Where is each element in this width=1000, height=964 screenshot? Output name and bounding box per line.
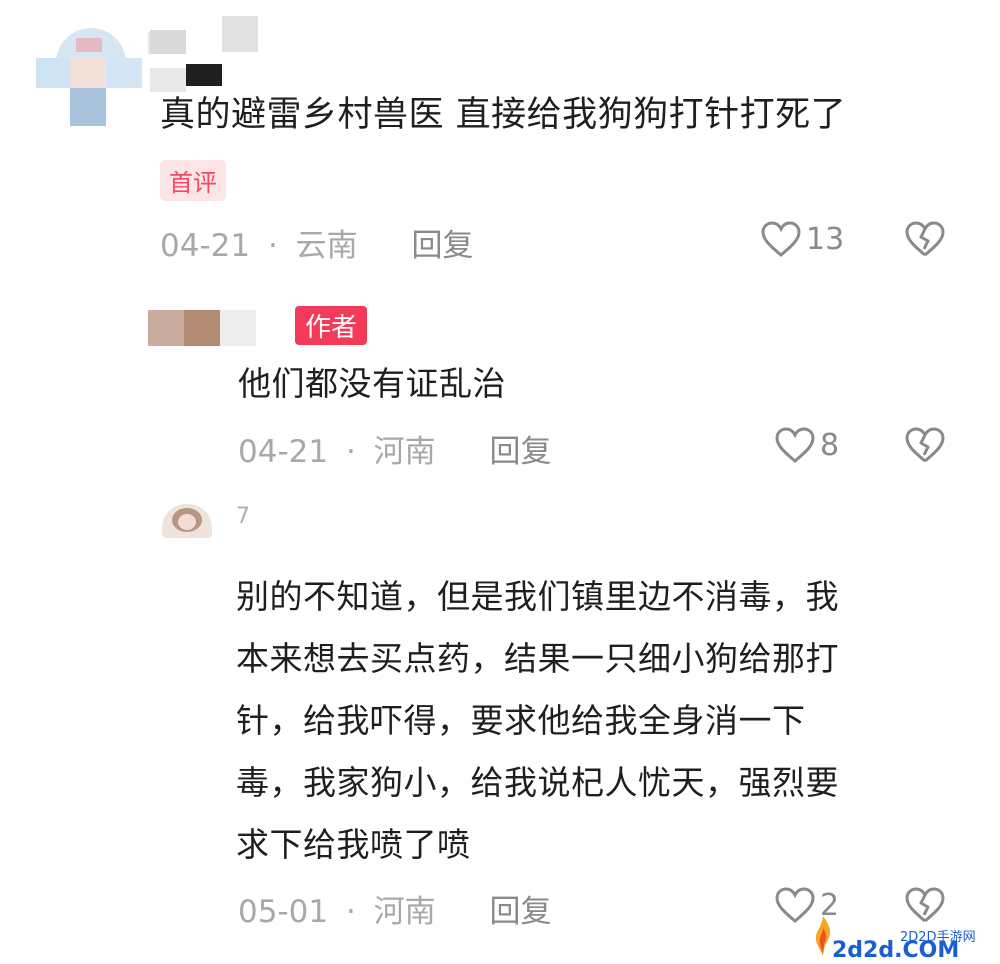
comment-text: 真的避雷乡村兽医 直接给我狗狗打针打死了 xyxy=(160,95,847,135)
meta-separator: · xyxy=(345,894,356,930)
meta-separator: · xyxy=(267,228,278,264)
dislike-button[interactable] xyxy=(904,220,946,258)
comment-date: 04-21 xyxy=(238,434,329,470)
heart-icon xyxy=(760,220,802,258)
watermark: 2D2D手游网 2d2d.COM xyxy=(812,912,992,963)
like-count: 13 xyxy=(806,221,845,257)
comment-location: 云南 xyxy=(295,228,358,264)
broken-heart-icon xyxy=(904,426,946,464)
avatar[interactable] xyxy=(162,504,212,538)
heart-icon xyxy=(774,886,816,924)
comment-date: 04-21 xyxy=(160,228,251,264)
comment-date: 05-01 xyxy=(238,894,329,930)
like-button[interactable]: 13 xyxy=(760,220,844,258)
reply-button[interactable]: 回复 xyxy=(490,434,552,470)
dislike-button[interactable] xyxy=(904,426,946,464)
watermark-large-text: 2d2d.COM xyxy=(832,938,960,963)
comment-text: 别的不知道，但是我们镇里边不消毒，我 本来想去买点药，结果一只细小狗给那打 针，… xyxy=(236,577,839,864)
username-blurred[interactable] xyxy=(148,310,298,346)
flame-logo-icon xyxy=(812,914,834,962)
username-blurred[interactable] xyxy=(150,16,260,60)
like-count: 8 xyxy=(820,427,840,463)
first-comment-badge: 首评 xyxy=(160,160,226,201)
comment-location: 河南 xyxy=(373,894,436,930)
comment-meta: 05-01 · 河南 回复 xyxy=(238,886,552,931)
comment-text: 他们都没有证乱治 xyxy=(238,364,506,403)
comment-location: 河南 xyxy=(373,434,436,470)
broken-heart-icon xyxy=(904,220,946,258)
username-fragment[interactable]: 7 xyxy=(236,504,250,529)
like-button[interactable]: 8 xyxy=(774,426,839,464)
heart-icon xyxy=(774,426,816,464)
meta-separator: · xyxy=(345,434,356,470)
comment-meta: 04-21 · 云南 回复 xyxy=(160,220,474,265)
reply-button[interactable]: 回复 xyxy=(412,228,474,264)
author-badge: 作者 xyxy=(295,306,368,345)
comment-meta: 04-21 · 河南 回复 xyxy=(238,426,552,471)
reply-button[interactable]: 回复 xyxy=(490,894,552,930)
